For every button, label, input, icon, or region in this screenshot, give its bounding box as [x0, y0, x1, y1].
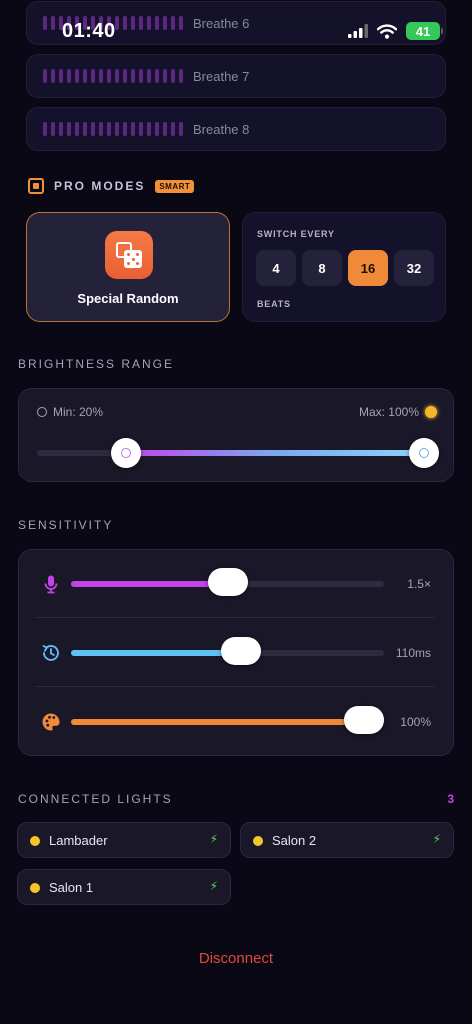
min-brightness: Min: 20%: [37, 405, 103, 419]
slider-fill: [71, 719, 364, 725]
min-label: Min: 20%: [53, 405, 104, 419]
beat-option-16[interactable]: 16: [348, 250, 388, 286]
breathe-label: Breathe 8: [193, 122, 250, 137]
smart-badge: SMART: [155, 179, 195, 193]
bolt-icon: ⚡︎: [209, 832, 218, 846]
slider-fill: [71, 650, 242, 656]
beat-options: 4 8 16 32: [256, 250, 434, 286]
beat-option-32[interactable]: 32: [394, 250, 434, 286]
sensitivity-row-timing: 110ms: [19, 619, 453, 687]
switch-every-title: SWITCH EVERY: [257, 229, 335, 239]
dice-icon: [105, 231, 153, 279]
light-name: Salon 2: [272, 833, 317, 848]
breathe-row[interactable]: Breathe 7: [26, 54, 446, 98]
waveform-icon: [43, 122, 183, 136]
pro-modes-header: PRO MODES SMART: [28, 178, 195, 194]
light-status-dot: [30, 883, 40, 893]
battery-icon: 41: [406, 22, 443, 40]
min-brightness-handle[interactable]: [111, 438, 142, 468]
bolt-icon: ⚡︎: [432, 832, 441, 846]
brightness-range-card: Min: 20% Max: 100%: [18, 388, 454, 482]
sensitivity-card: 1.5× 110ms 100%: [18, 549, 454, 756]
chip-icon: [28, 178, 44, 194]
slider-handle[interactable]: [207, 568, 248, 596]
color-sensitivity-slider[interactable]: [71, 706, 384, 734]
battery-level: 41: [415, 23, 431, 39]
status-icons: 41: [348, 22, 443, 40]
mode-label: Special Random: [77, 291, 179, 306]
waveform-icon: [43, 69, 183, 83]
audio-sensitivity-slider[interactable]: [71, 568, 384, 596]
microphone-icon: [44, 575, 58, 594]
light-status-dot: [30, 836, 40, 846]
status-bar: 01:40 41: [0, 0, 472, 60]
divider: [35, 686, 435, 687]
sun-bright-icon: [419, 448, 429, 458]
pro-modes-title: PRO MODES: [54, 179, 146, 193]
audio-sensitivity-value: 1.5×: [407, 577, 431, 591]
slider-handle[interactable]: [221, 637, 262, 665]
light-tile[interactable]: Salon 1 ⚡︎: [17, 869, 231, 905]
wifi-icon: [377, 23, 397, 39]
max-brightness-handle[interactable]: [409, 438, 439, 468]
beats-label: BEATS: [257, 299, 291, 309]
disconnect-button[interactable]: Disconnect: [0, 950, 472, 967]
sensitivity-row-audio: 1.5×: [19, 550, 453, 618]
switch-every-card: SWITCH EVERY 4 8 16 32 BEATS: [242, 212, 446, 322]
bolt-icon: ⚡︎: [209, 879, 218, 893]
sensitivity-row-color: 100%: [19, 688, 453, 756]
color-sensitivity-value: 100%: [400, 715, 431, 729]
timing-value: 110ms: [395, 646, 431, 660]
brightness-range-title: BRIGHTNESS RANGE: [18, 357, 175, 371]
max-label: Max: 100%: [358, 405, 419, 419]
light-tile[interactable]: Salon 2 ⚡︎: [240, 822, 454, 858]
sun-dim-icon: [37, 407, 47, 417]
divider: [35, 617, 435, 618]
palette-icon: [42, 713, 60, 731]
sun-bright-icon: [425, 406, 437, 418]
light-name: Salon 1: [49, 880, 94, 895]
cellular-signal-icon: [348, 24, 368, 38]
light-tile[interactable]: Lambader ⚡︎: [17, 822, 231, 858]
connected-lights-count: 3: [447, 792, 454, 806]
sensitivity-title: SENSITIVITY: [18, 518, 114, 532]
light-status-dot: [253, 836, 263, 846]
breathe-row[interactable]: Breathe 8: [26, 107, 446, 151]
breathe-label: Breathe 7: [193, 69, 250, 84]
sun-dim-icon: [121, 448, 132, 458]
brightness-range-slider[interactable]: [37, 438, 439, 468]
connected-lights-title: CONNECTED LIGHTS: [18, 792, 173, 806]
beat-option-4[interactable]: 4: [256, 250, 296, 286]
light-name: Lambader: [49, 833, 108, 848]
max-brightness: Max: 100%: [359, 405, 437, 419]
timing-slider[interactable]: [71, 637, 384, 665]
brightness-range-fill: [126, 450, 424, 456]
special-random-mode-card[interactable]: Special Random: [26, 212, 230, 322]
status-time: 01:40: [62, 20, 116, 42]
slider-handle[interactable]: [344, 706, 384, 734]
clock-refresh-icon: [42, 645, 59, 661]
beat-option-8[interactable]: 8: [302, 250, 342, 286]
slider-fill: [71, 581, 228, 587]
